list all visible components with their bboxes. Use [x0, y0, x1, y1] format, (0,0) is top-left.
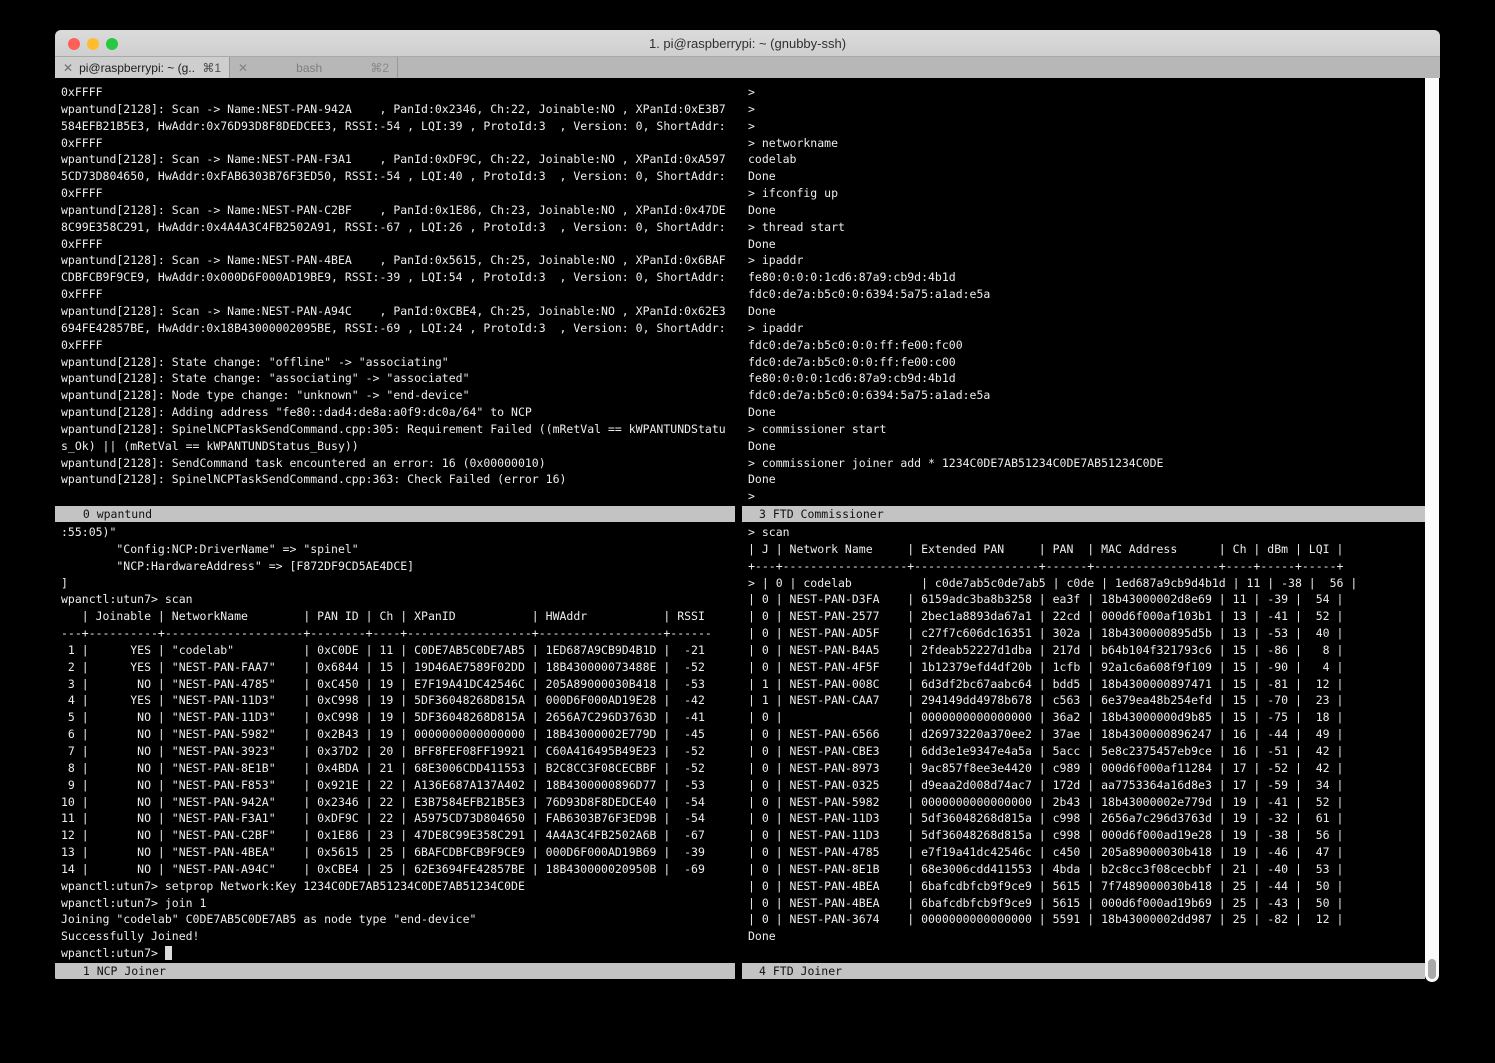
tab-shortcut: ⌘1	[202, 61, 221, 75]
pane-title-ncp-joiner: 1 NCP Joiner	[55, 963, 735, 979]
pane-ftd-joiner[interactable]: > scan | J | Network Name | Extended PAN…	[742, 524, 1425, 962]
scrollbar-thumb[interactable]	[1428, 959, 1436, 979]
window-title: 1. pi@raspberrypi: ~ (gnubby-ssh)	[55, 36, 1440, 51]
close-tab-icon[interactable]: ✕	[63, 61, 73, 75]
pane-ftd-commissioner[interactable]: > > > > networkname codelab Done > ifcon…	[742, 84, 1425, 506]
tab-label: bash	[254, 61, 364, 75]
close-tab-icon[interactable]: ✕	[238, 61, 248, 75]
tab-ssh-session[interactable]: ✕ pi@raspberrypi: ~ (g... ⌘1	[55, 57, 230, 78]
pane-title-ftd-joiner: 4 FTD Joiner	[742, 963, 1425, 979]
pane-wpantund[interactable]: 0xFFFF wpantund[2128]: Scan -> Name:NEST…	[55, 84, 735, 506]
tab-shortcut: ⌘2	[370, 61, 389, 75]
terminal-cursor	[165, 946, 172, 960]
tab-bar-empty-space	[398, 57, 1440, 78]
pane-title-wpantund: 0 wpantund	[55, 506, 735, 522]
tab-label: pi@raspberrypi: ~ (g...	[79, 61, 196, 75]
terminal-content: 0xFFFF wpantund[2128]: Scan -> Name:NEST…	[55, 78, 1440, 982]
tab-bar: ✕ pi@raspberrypi: ~ (g... ⌘1 ✕ bash ⌘2	[55, 57, 1440, 78]
scrollbar[interactable]	[1425, 78, 1439, 982]
terminal-window: 1. pi@raspberrypi: ~ (gnubby-ssh) ✕ pi@r…	[55, 30, 1440, 982]
tab-bash[interactable]: ✕ bash ⌘2	[230, 57, 398, 78]
title-bar[interactable]: 1. pi@raspberrypi: ~ (gnubby-ssh)	[55, 30, 1440, 57]
pane-ncp-joiner[interactable]: :55:05)" "Config:NCP:DriverName" => "spi…	[55, 524, 735, 962]
pane-title-ftd-commissioner: 3 FTD Commissioner	[742, 506, 1425, 522]
